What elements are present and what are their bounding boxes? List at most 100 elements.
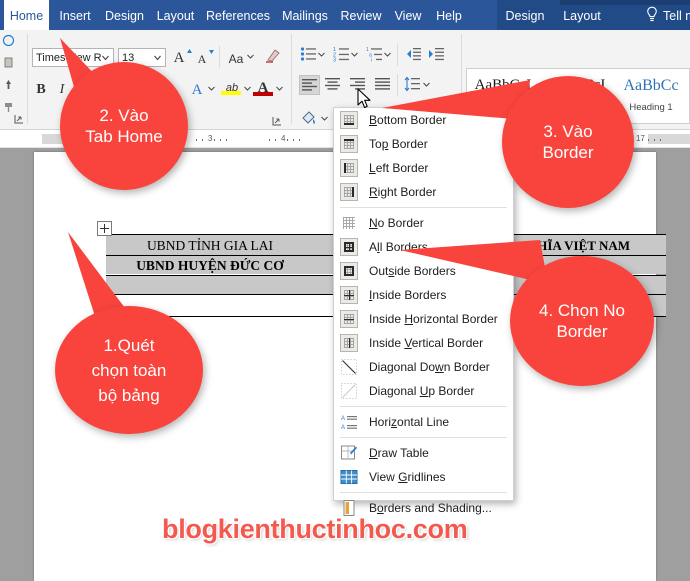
menu-item-right-border[interactable]: Right Border (334, 180, 513, 204)
ribbon-tab-design-contextual[interactable]: Design (499, 0, 551, 30)
callout-4: 4. Chọn No Border (510, 256, 654, 386)
menu-item-borders-and-shading[interactable]: Borders and Shading... (334, 496, 513, 520)
ruler-tick-3: 3 (208, 134, 213, 143)
group-separator-font (291, 34, 292, 124)
lightbulb-icon[interactable] (645, 6, 659, 24)
change-case-chevron-down-icon[interactable] (247, 54, 254, 59)
menu-item-draw-table[interactable]: Draw Table (334, 441, 513, 465)
callout-1-text: 1.Quét chọn toàn bộ bảng (91, 335, 167, 405)
menu-separator (340, 492, 507, 493)
svg-text:3: 3 (333, 58, 336, 63)
ruler-dot (660, 139, 661, 141)
ruler-dot (220, 139, 221, 141)
menu-item-inside-horizontal-border[interactable]: Inside Horizontal Border (334, 307, 513, 331)
ruler-dot (214, 139, 215, 141)
menu-item-label: Draw Table (369, 446, 429, 460)
menu-item-label: Horizontal Line (369, 415, 450, 429)
paste-icon[interactable] (2, 34, 15, 47)
numbering-chevron-down-icon[interactable] (351, 52, 358, 57)
ribbon-tab-design[interactable]: Design (100, 0, 149, 30)
change-case-button[interactable]: Aa (226, 49, 246, 69)
clear-formatting-icon[interactable] (264, 47, 282, 65)
copy-icon[interactable] (2, 78, 15, 91)
ruler-tick-17: 17 (636, 134, 645, 143)
ribbon-tab-help[interactable]: Help (430, 0, 468, 30)
horizontal-line-icon: AA (340, 413, 358, 431)
format-painter-icon[interactable] (2, 100, 15, 114)
menu-item-diagonal-down-border[interactable]: Diagonal Down Border (334, 355, 513, 379)
tab-tell-me-label[interactable]: Tell m (663, 0, 690, 30)
group-separator-para-a (397, 44, 398, 66)
word-application-window: Home Insert Design Layout References Mailings… (0, 0, 690, 581)
callout-2-text: 2. Vào Tab Home (85, 106, 163, 146)
align-center-icon[interactable] (325, 78, 340, 91)
ruler-dot (202, 139, 203, 141)
menu-item-label: View Gridlines (369, 470, 446, 484)
menu-item-label: Left Border (369, 161, 429, 175)
text-highlight-color-swatch (221, 91, 241, 95)
callout-3: 3. Vào Border (502, 76, 634, 208)
text-effects-chevron-down-icon[interactable] (208, 86, 215, 91)
font-dialog-launcher-icon[interactable] (272, 116, 282, 126)
ruler-dot (226, 139, 227, 141)
svg-text:A: A (341, 416, 345, 422)
menu-separator (340, 437, 507, 438)
menu-item-label: Diagonal Down Border (369, 360, 490, 374)
text-effects-button[interactable]: A (188, 80, 206, 100)
ribbon-tab-insert[interactable]: Insert (53, 0, 97, 30)
bullets-icon[interactable] (300, 46, 317, 62)
inside-horizontal-border-icon (340, 310, 358, 328)
mouse-cursor-icon (357, 88, 371, 109)
view-gridlines-icon (340, 468, 358, 486)
ruler-dot (269, 139, 270, 141)
ribbon-tab-references[interactable]: References (202, 0, 274, 30)
decrease-indent-icon[interactable] (405, 46, 422, 62)
ruler-dot (287, 139, 288, 141)
shading-icon[interactable] (300, 110, 319, 127)
menu-separator (340, 207, 507, 208)
borders-and-shading-icon (340, 499, 358, 517)
multilevel-list-chevron-down-icon[interactable] (384, 52, 391, 57)
font-size-chevron-down-icon[interactable] (152, 49, 163, 66)
grow-font-arrow-icon (187, 49, 192, 53)
ribbon-tab-layout[interactable]: Layout (152, 0, 199, 30)
ribbon-tab-review[interactable]: Review (336, 0, 386, 30)
ruler-dot (648, 139, 649, 141)
bullets-chevron-down-icon[interactable] (318, 52, 325, 57)
callout-3-text: 3. Vào Border (542, 122, 594, 162)
multilevel-list-icon[interactable]: 1 a i (366, 46, 383, 62)
ruler-dot (275, 139, 276, 141)
ribbon-tab-view[interactable]: View (389, 0, 427, 30)
menu-item-horizontal-line[interactable]: A A Horizontal Line (334, 410, 513, 434)
cut-icon[interactable] (2, 56, 15, 69)
menu-item-label: Inside Horizontal Border (369, 312, 498, 326)
menu-item-view-gridlines[interactable]: View Gridlines (334, 465, 513, 489)
text-highlight-color-button[interactable]: ab (222, 78, 242, 98)
ribbon-tab-mailings[interactable]: Mailings (277, 0, 333, 30)
ruler-dot (196, 139, 197, 141)
ribbon-tab-home[interactable]: Home (4, 0, 49, 30)
bottom-border-icon (340, 111, 358, 129)
ribbon-tab-layout-contextual[interactable]: Layout (556, 0, 608, 30)
align-left-button[interactable] (299, 75, 320, 95)
menu-item-left-border[interactable]: Left Border (334, 156, 513, 180)
left-border-icon (340, 159, 358, 177)
callout-1: 1.Quét chọn toàn bộ bảng (55, 306, 203, 434)
clipboard-dialog-launcher-icon[interactable] (14, 114, 24, 124)
menu-item-label: Right Border (369, 185, 437, 199)
ribbon-tab-bar: Home Insert Design Layout References Mailings… (0, 0, 690, 30)
menu-item-label: No Border (369, 216, 424, 230)
numbering-icon[interactable]: 1 2 3 (333, 46, 350, 62)
menu-item-inside-vertical-border[interactable]: Inside Vertical Border (334, 331, 513, 355)
font-color-chevron-down-icon[interactable] (276, 86, 283, 91)
menu-item-top-border[interactable]: Top Border (334, 132, 513, 156)
shrink-font-arrow-icon (209, 50, 214, 54)
draw-table-icon (340, 444, 358, 462)
increase-indent-icon[interactable] (428, 46, 445, 62)
inside-borders-icon (340, 286, 358, 304)
shading-chevron-down-icon[interactable] (321, 116, 328, 121)
svg-text:A: A (341, 425, 345, 431)
menu-item-diagonal-up-border[interactable]: Diagonal Up Border (334, 379, 513, 403)
text-highlight-chevron-down-icon[interactable] (244, 86, 251, 91)
ruler-tick-4: 4 (281, 134, 286, 143)
